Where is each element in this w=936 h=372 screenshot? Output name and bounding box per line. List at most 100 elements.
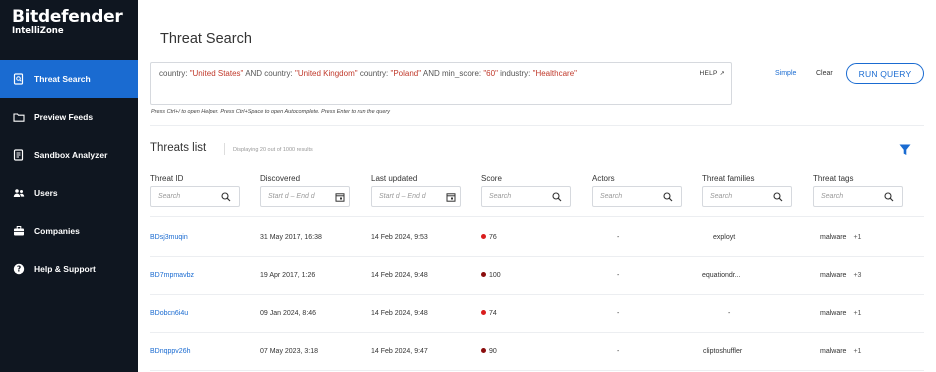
sidebar-item-threat-search[interactable]: Threat Search — [0, 60, 138, 98]
briefcase-icon — [12, 225, 25, 238]
updated-cell: 14 Feb 2024, 9:53 — [371, 234, 428, 241]
table-row[interactable]: BDobcn6i4u 09 Jan 2024, 8:46 14 Feb 2024… — [150, 295, 924, 333]
score-value: 90 — [489, 348, 497, 355]
actors-cell: - — [617, 272, 620, 279]
family-cell: - — [728, 310, 731, 317]
score-search-input[interactable]: Search — [481, 186, 571, 207]
query-value: "Healthcare" — [532, 69, 577, 78]
more-tags-count[interactable]: +1 — [853, 348, 861, 355]
score-indicator — [481, 310, 486, 315]
sidebar-item-users[interactable]: Users — [0, 174, 138, 212]
header-divider — [150, 216, 924, 217]
score-cell: 76 — [481, 234, 497, 241]
simple-mode-button[interactable]: Simple — [775, 70, 796, 77]
sidebar-item-label: Preview Feeds — [34, 112, 94, 122]
search-icon — [884, 191, 894, 201]
actors-cell: - — [617, 234, 620, 241]
sidebar-item-companies[interactable]: Companies — [0, 212, 138, 250]
search-doc-icon — [12, 73, 25, 86]
score-value: 100 — [489, 272, 501, 279]
column-header-discovered[interactable]: Discovered — [260, 174, 300, 183]
score-indicator — [481, 272, 486, 277]
table-row[interactable]: BDnqppv26h 07 May 2023, 3:18 14 Feb 2024… — [150, 333, 924, 371]
help-link[interactable]: HELP ↗ — [700, 70, 726, 77]
threat-id-link[interactable]: BDnqppv26h — [150, 348, 190, 355]
family-cell: exployt — [713, 234, 736, 241]
last-updated-date-range-input[interactable]: Start d – End d — [371, 186, 461, 207]
more-tags-count[interactable]: +3 — [853, 272, 861, 279]
sidebar-item-label: Sandbox Analyzer — [34, 150, 108, 160]
threat-id-link[interactable]: BDobcn6i4u — [150, 310, 188, 317]
query-text: country: — [159, 69, 190, 78]
brand-name: Bitdefender — [12, 7, 123, 27]
more-tags-count[interactable]: +1 — [853, 234, 861, 241]
help-label: HELP — [699, 70, 718, 77]
discovered-cell: 31 May 2017, 16:38 — [260, 234, 322, 241]
score-cell: 100 — [481, 272, 501, 279]
table-row[interactable]: BDsj3muqin 31 May 2017, 16:38 14 Feb 202… — [150, 219, 924, 257]
placeholder: Search — [821, 193, 844, 200]
query-text: AND country: — [243, 69, 295, 78]
column-header-threat-families[interactable]: Threat families — [702, 174, 754, 183]
threat-id-link[interactable]: BDsj3muqin — [150, 234, 188, 241]
threat-families-search-input[interactable]: Search — [702, 186, 792, 207]
page-title: Threat Search — [160, 31, 252, 47]
sidebar-item-label: Threat Search — [34, 74, 91, 84]
column-header-score[interactable]: Score — [481, 174, 502, 183]
brand-logo: Bitdefender IntelliZone — [12, 7, 123, 36]
threat-tags-search-input[interactable]: Search — [813, 186, 903, 207]
threat-id-search-input[interactable]: Search — [150, 186, 240, 207]
external-link-icon: ↗ — [719, 71, 725, 77]
actors-cell: - — [617, 348, 620, 355]
calendar-icon — [335, 192, 345, 202]
actors-search-input[interactable]: Search — [592, 186, 682, 207]
score-value: 76 — [489, 234, 497, 241]
score-value: 74 — [489, 310, 497, 317]
sidebar-item-label: Users — [34, 188, 58, 198]
sidebar-item-label: Companies — [34, 226, 80, 236]
sidebar-nav: Threat Search Preview Feeds Sandbox Anal… — [0, 60, 138, 288]
tag-label: malware — [820, 348, 847, 355]
threat-id-link[interactable]: BD7mpmavbz — [150, 272, 194, 279]
updated-cell: 14 Feb 2024, 9:47 — [371, 348, 428, 355]
sidebar: Bitdefender IntelliZone Threat Search Pr… — [0, 0, 138, 372]
tags-cell: malware +3 — [820, 272, 861, 279]
table-row[interactable]: BD7mpmavbz 19 Apr 2017, 1:26 14 Feb 2024… — [150, 257, 924, 295]
column-header-actors[interactable]: Actors — [592, 174, 615, 183]
more-tags-count[interactable]: +1 — [853, 310, 861, 317]
discovered-cell: 19 Apr 2017, 1:26 — [260, 272, 316, 279]
updated-cell: 14 Feb 2024, 9:48 — [371, 272, 428, 279]
run-query-button[interactable]: RUN QUERY — [846, 63, 924, 84]
sandbox-icon — [12, 149, 25, 162]
placeholder: Search — [600, 193, 623, 200]
sidebar-item-preview-feeds[interactable]: Preview Feeds — [0, 98, 138, 136]
discovered-date-range-input[interactable]: Start d – End d — [260, 186, 350, 207]
query-hint: Press Ctrl+/ to open Helper. Press Ctrl+… — [151, 109, 390, 115]
filter-icon[interactable] — [899, 144, 911, 156]
score-cell: 74 — [481, 310, 497, 317]
query-text: country: — [357, 69, 391, 78]
placeholder: Search — [489, 193, 512, 200]
sidebar-item-help-support[interactable]: ? Help & Support — [0, 250, 138, 288]
family-cell: equationdr... — [702, 272, 741, 279]
tags-cell: malware +1 — [820, 348, 861, 355]
score-indicator — [481, 234, 486, 239]
threats-list-title: Threats list — [150, 142, 207, 154]
placeholder: Search — [710, 193, 733, 200]
column-header-threat-id[interactable]: Threat ID — [150, 174, 183, 183]
query-text: AND min_score: — [421, 69, 484, 78]
tags-cell: malware +1 — [820, 234, 861, 241]
column-header-last-updated[interactable]: Last updated — [371, 174, 417, 183]
discovered-cell: 09 Jan 2024, 8:46 — [260, 310, 317, 317]
family-cell: cliptoshuffler — [703, 348, 743, 355]
search-icon — [773, 191, 783, 201]
tag-label: malware — [820, 310, 847, 317]
score-cell: 90 — [481, 348, 497, 355]
clear-button[interactable]: Clear — [816, 70, 833, 77]
placeholder: Search — [158, 193, 181, 200]
column-header-threat-tags[interactable]: Threat tags — [813, 174, 853, 183]
tag-label: malware — [820, 272, 847, 279]
placeholder: Start d – End d — [268, 193, 315, 200]
query-editor[interactable]: country: "United States" AND country: "U… — [150, 62, 732, 105]
sidebar-item-sandbox-analyzer[interactable]: Sandbox Analyzer — [0, 136, 138, 174]
